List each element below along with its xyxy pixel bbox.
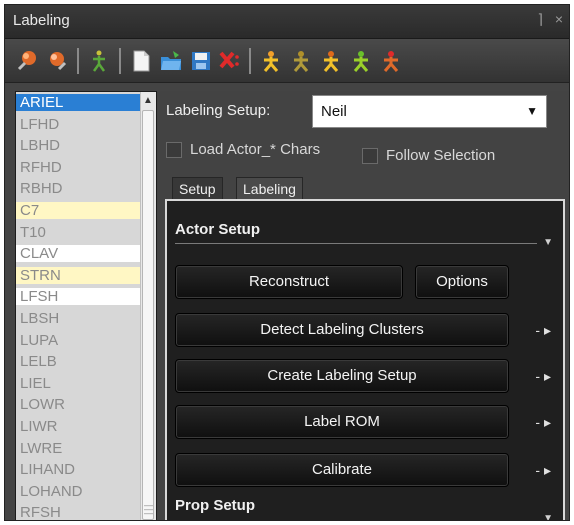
expand-arrow-icon[interactable]: - ▸	[535, 414, 551, 431]
detect-labeling-clusters-button[interactable]: Detect Labeling Clusters	[175, 313, 509, 347]
expand-arrow-icon[interactable]: - ▸	[535, 462, 551, 479]
marker-list[interactable]: ARIEL LFHD LBHD RFHD RBHD C7 T10 CLAV STRN LFSH LB…	[15, 91, 157, 520]
toolbar-separator	[77, 48, 79, 74]
grip-icon: — — —	[144, 500, 153, 518]
calibrate-button[interactable]: Calibrate	[175, 453, 509, 487]
create-labeling-setup-button[interactable]: Create Labeling Setup	[175, 359, 509, 393]
marker-list-item[interactable]: LOWR	[16, 396, 142, 413]
window-title: Labeling	[13, 12, 70, 29]
title-buttons: ⌉ ×	[529, 11, 563, 28]
actor-label-icon[interactable]	[259, 49, 283, 73]
tab-labeling[interactable]: Labeling	[236, 177, 303, 199]
labeling-window: Labeling ⌉ × ARIEL LFHD LBHD RFHD RBHD C7 T10 C…	[4, 4, 570, 521]
marker-list-item[interactable]: CLAV	[16, 245, 142, 263]
actor-setup-panel: Actor Setup ▼ Reconstruct Options Detect…	[165, 199, 565, 520]
open-folder-icon[interactable]	[159, 49, 183, 73]
new-document-icon[interactable]	[129, 49, 153, 73]
follow-selection-label: Follow Selection	[386, 147, 496, 164]
actor-unlabel-icon[interactable]	[289, 49, 313, 73]
marker-list-item[interactable]: LBHD	[16, 137, 142, 154]
toolbar-separator	[249, 48, 251, 74]
expand-arrow-icon[interactable]: - ▸	[535, 368, 551, 385]
toolbar-separator	[119, 48, 121, 74]
dropdown-arrow-icon: ▼	[526, 104, 538, 118]
marker-list-item[interactable]: LOHAND	[16, 483, 142, 500]
follow-selection-checkbox[interactable]	[362, 148, 378, 164]
marker-list-item[interactable]: LELB	[16, 353, 142, 370]
actor-clear-icon[interactable]	[379, 49, 403, 73]
pin-icon[interactable]: ⌉	[537, 11, 542, 27]
labeling-setup-select[interactable]: Neil ▼	[312, 95, 547, 128]
tab-setup[interactable]: Setup	[172, 177, 223, 199]
marker-list-item[interactable]: T10	[16, 224, 142, 241]
load-actor-checkbox[interactable]	[166, 142, 182, 158]
marker-list-item[interactable]: RFHD	[16, 159, 142, 176]
marker-add-icon[interactable]	[15, 49, 39, 73]
section-divider	[175, 243, 537, 244]
marker-list-item[interactable]: LWRE	[16, 440, 142, 457]
reconstruct-button[interactable]: Reconstruct	[175, 265, 403, 299]
save-icon[interactable]	[189, 49, 213, 73]
options-button[interactable]: Options	[415, 265, 509, 299]
scroll-thumb[interactable]: — — —	[142, 110, 154, 520]
labeling-setup-value: Neil	[321, 103, 347, 120]
marker-list-item[interactable]: STRN	[16, 266, 142, 284]
title-bar: Labeling ⌉ ×	[5, 5, 569, 39]
actor-solve-icon[interactable]	[349, 49, 373, 73]
scroll-up-icon[interactable]: ▲	[142, 96, 154, 106]
marker-list-item[interactable]: RBHD	[16, 180, 142, 197]
label-rom-button[interactable]: Label ROM	[175, 405, 509, 439]
marker-list-item[interactable]: LBSH	[16, 310, 142, 327]
actor-assign-icon[interactable]	[319, 49, 343, 73]
actor-setup-heading: Actor Setup	[175, 221, 261, 238]
labeling-panel: Labeling Setup: Neil ▼ Load Actor_* Char…	[160, 91, 569, 520]
marker-list-item[interactable]: LUPA	[16, 332, 142, 349]
collapse-icon[interactable]: ▼	[543, 237, 553, 248]
toolbar	[5, 39, 569, 83]
marker-list-item[interactable]: LFSH	[16, 288, 142, 306]
marker-list-item[interactable]: LFHD	[16, 116, 142, 133]
collapse-icon[interactable]: ▼	[543, 513, 553, 520]
close-icon[interactable]: ×	[555, 11, 563, 27]
delete-icon[interactable]	[217, 49, 241, 73]
load-actor-label: Load Actor_* Chars	[190, 141, 321, 158]
marker-list-item[interactable]: LIWR	[16, 418, 142, 435]
marker-list-item[interactable]: LIEL	[16, 375, 142, 392]
marker-list-item[interactable]: ARIEL	[16, 94, 142, 111]
marker-remove-icon[interactable]	[45, 49, 69, 73]
expand-arrow-icon[interactable]: - ▸	[535, 322, 551, 339]
skeleton-icon[interactable]	[87, 49, 111, 73]
list-scrollbar[interactable]: ▲ — — —	[140, 92, 156, 520]
marker-list-item[interactable]: RFSH	[16, 504, 142, 520]
marker-list-item[interactable]: C7	[16, 202, 142, 219]
labeling-setup-label: Labeling Setup:	[166, 102, 271, 119]
prop-setup-heading: Prop Setup	[175, 497, 256, 514]
marker-list-item[interactable]: LIHAND	[16, 461, 142, 478]
